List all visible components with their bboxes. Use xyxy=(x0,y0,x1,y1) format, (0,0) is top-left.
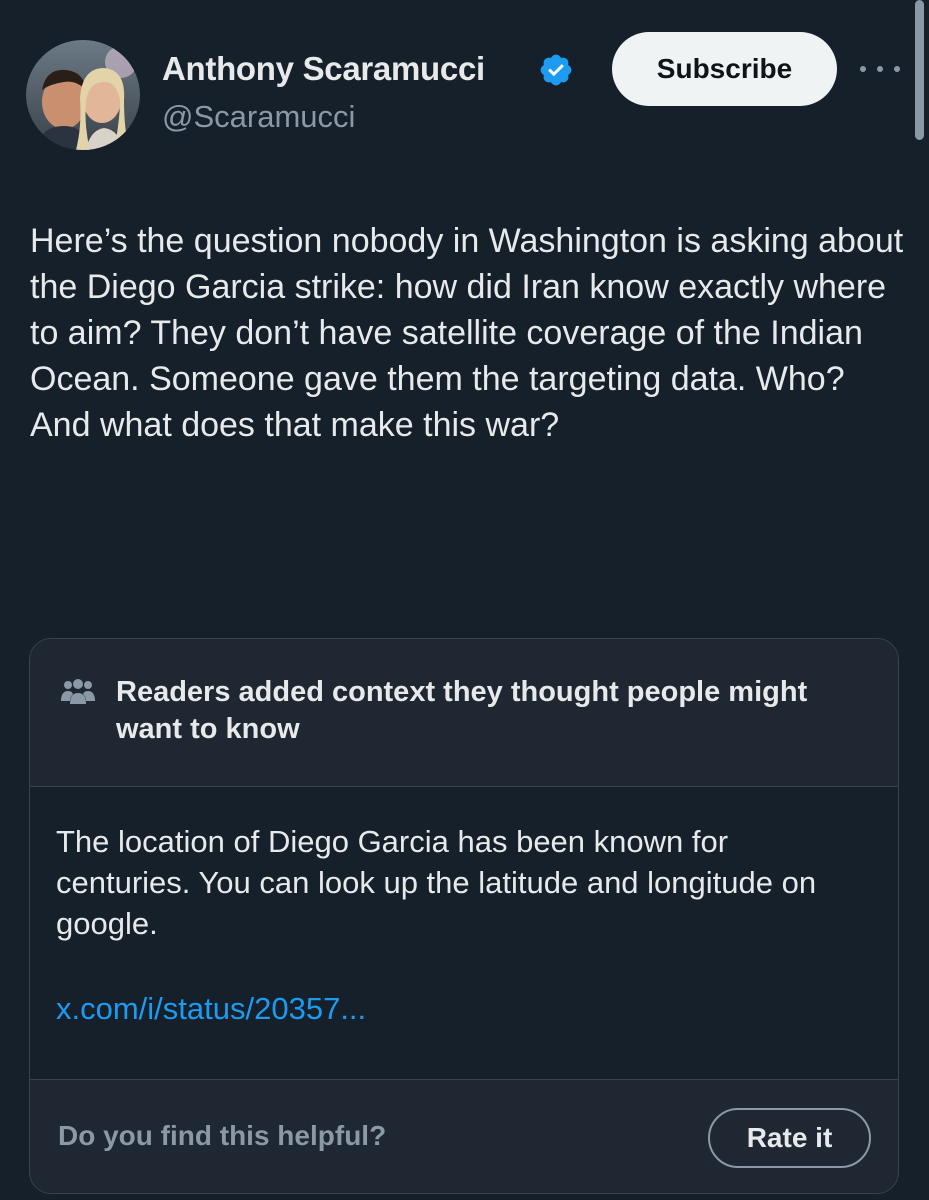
tweet-text: Here’s the question nobody in Washington… xyxy=(30,222,904,444)
note-source-link[interactable]: x.com/i/status/20357... xyxy=(56,991,366,1027)
subscribe-button[interactable]: Subscribe xyxy=(612,32,837,106)
verified-badge-icon xyxy=(540,54,572,86)
more-dots-icon[interactable] xyxy=(860,54,900,84)
note-title: Readers added context they thought peopl… xyxy=(116,676,808,745)
author-handle[interactable]: @Scaramucci xyxy=(162,99,355,135)
scrollbar[interactable] xyxy=(915,0,924,140)
note-footer: Do you find this helpful? Rate it xyxy=(30,1079,898,1193)
helpful-question: Do you find this helpful? xyxy=(58,1120,387,1151)
note-header: Readers added context they thought peopl… xyxy=(30,639,898,787)
note-body: The location of Diego Garcia has been kn… xyxy=(56,824,817,941)
profile-photo xyxy=(26,40,140,150)
avatar[interactable] xyxy=(26,40,140,150)
rate-it-button[interactable]: Rate it xyxy=(708,1108,871,1168)
community-note: Readers added context they thought peopl… xyxy=(29,638,899,1194)
author-name[interactable]: Anthony Scaramucci xyxy=(162,50,485,88)
people-icon xyxy=(61,679,95,704)
